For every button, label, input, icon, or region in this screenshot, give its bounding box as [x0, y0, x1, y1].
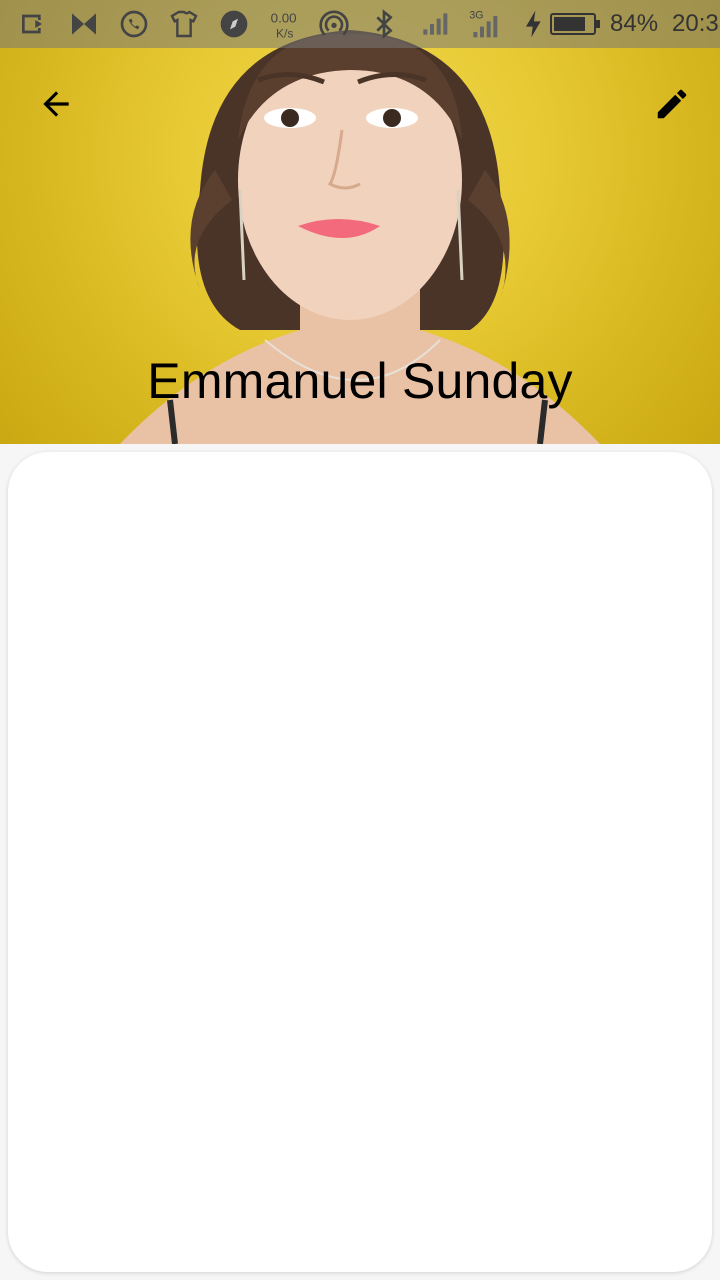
app-icon [68, 8, 100, 40]
compass-icon [218, 8, 250, 40]
clock: 20:36 [672, 10, 720, 37]
svg-text:0.00: 0.00 [271, 11, 297, 26]
signal-3g-icon: 3G [468, 8, 500, 40]
edit-button[interactable] [644, 76, 700, 132]
svg-text:3G: 3G [469, 10, 483, 22]
whatsapp-icon [118, 8, 150, 40]
profile-details-card [8, 452, 712, 1272]
back-button[interactable] [28, 76, 84, 132]
arrow-back-icon [43, 91, 69, 117]
screencast-icon [18, 8, 50, 40]
shirt-icon [168, 8, 200, 40]
battery-icon [550, 13, 600, 35]
battery-percent: 84% [610, 10, 659, 37]
pencil-icon [657, 89, 687, 119]
hotspot-icon [318, 8, 350, 40]
profile-name: Emmanuel Sunday [147, 353, 573, 409]
status-bar: 0.00K/s 3G 84% 20:36 [0, 0, 720, 48]
bluetooth-icon [368, 8, 400, 40]
signal-icon [418, 8, 450, 40]
svg-text:K/s: K/s [276, 26, 293, 40]
data-speed-icon: 0.00 K/s [268, 8, 300, 40]
charging-icon [518, 8, 550, 40]
